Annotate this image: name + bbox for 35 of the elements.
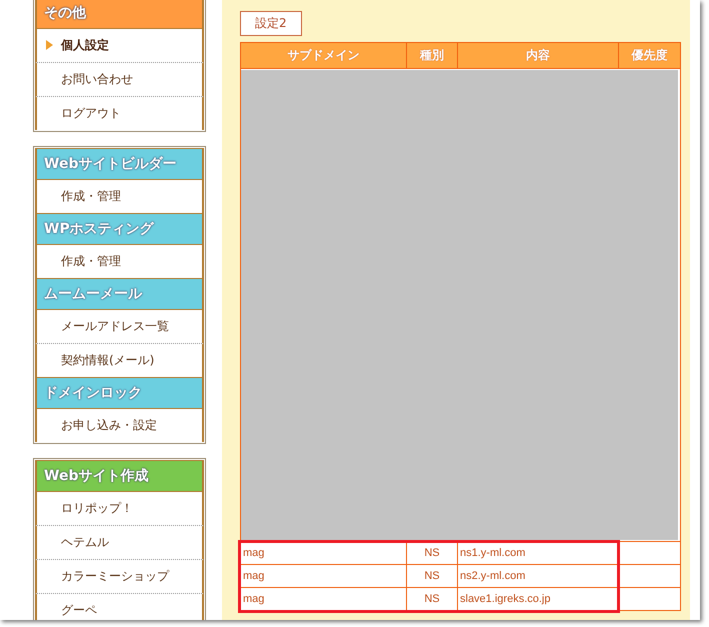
triangle-icon bbox=[46, 40, 53, 50]
table-cell: mag bbox=[240, 588, 406, 610]
table-cell: mag bbox=[240, 564, 406, 588]
table-cell: mag bbox=[240, 542, 406, 564]
menu-item[interactable]: 個人設定 bbox=[35, 29, 204, 63]
tab[interactable]: 設定2 bbox=[240, 11, 302, 36]
table-cell: ns2.y-ml.com bbox=[458, 564, 618, 588]
section-header: その他 bbox=[35, 0, 204, 29]
menu-item[interactable]: 契約情報(メール) bbox=[35, 344, 204, 377]
section-header: Webサイトビルダー bbox=[35, 148, 204, 180]
menu-item[interactable]: グーペ bbox=[35, 594, 204, 620]
menu-item[interactable]: ロリポップ！ bbox=[35, 492, 204, 526]
table-cell: NS bbox=[406, 564, 458, 588]
column-header: 優先度 bbox=[618, 42, 680, 68]
section-header: WPホスティング bbox=[35, 213, 204, 245]
menu-item[interactable]: メールアドレス一覧 bbox=[35, 310, 204, 344]
table-cell: NS bbox=[406, 542, 458, 564]
section-header: ムームーメール bbox=[35, 278, 204, 310]
column-header: サブドメイン bbox=[240, 42, 406, 68]
column-header: 内容 bbox=[458, 42, 618, 68]
menu-item[interactable]: カラーミーショップ bbox=[35, 560, 204, 594]
table-cell bbox=[618, 564, 680, 588]
column-header: 種別 bbox=[406, 42, 458, 68]
table-cell: ns1.y-ml.com bbox=[458, 542, 618, 564]
menu-item[interactable]: 作成・管理 bbox=[35, 180, 204, 213]
table-cell bbox=[618, 588, 680, 610]
menu-item[interactable]: ログアウト bbox=[35, 97, 204, 130]
menu-item[interactable]: ヘテムル bbox=[35, 526, 204, 560]
menu-item[interactable]: 作成・管理 bbox=[35, 245, 204, 278]
menu-item[interactable]: お問い合わせ bbox=[35, 63, 204, 97]
section-header: ドメインロック bbox=[35, 377, 204, 409]
section-header: Webサイト作成 bbox=[35, 460, 204, 492]
table-cell: slave1.igreks.co.jp bbox=[458, 588, 618, 610]
table-cell: NS bbox=[406, 588, 458, 610]
menu-item[interactable]: お申し込み・設定 bbox=[35, 409, 204, 442]
